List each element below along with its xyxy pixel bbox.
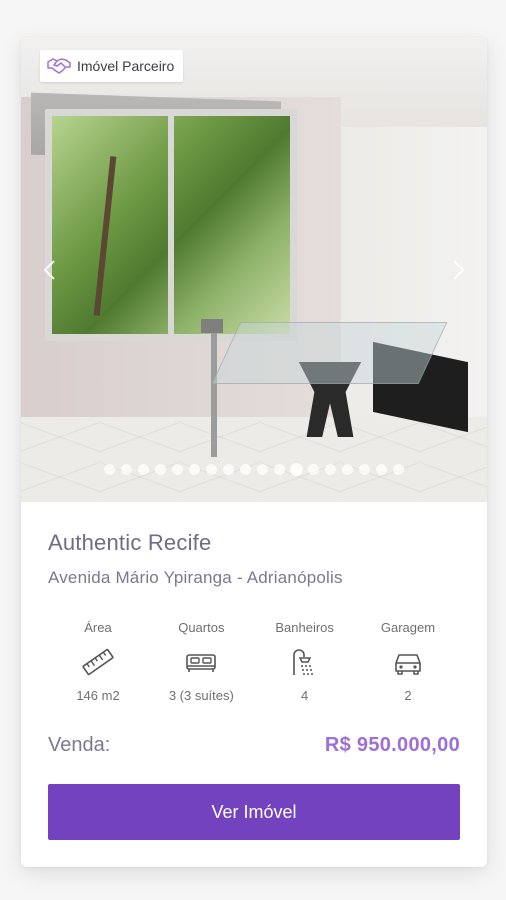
listing-title: Authentic Recife (48, 530, 212, 555)
carousel-dot[interactable] (121, 464, 132, 475)
feature-value: 146 m2 (76, 688, 120, 703)
partner-badge-label: Imóvel Parceiro (77, 58, 175, 74)
carousel-dot[interactable] (342, 464, 353, 475)
carousel-dot[interactable] (308, 464, 319, 475)
listing-address: Avenida Mário Ypiranga - Adrianópolis (48, 568, 343, 587)
carousel-dot[interactable] (104, 464, 115, 475)
feature-label: Banheiros (275, 620, 334, 635)
feature-bedrooms: Quartos 3 (3 suítes) (151, 620, 251, 703)
feature-area: Área 146 m2 (48, 620, 148, 703)
feature-bathrooms: Banheiros 4 (255, 620, 355, 703)
next-slide-arrow-icon[interactable] (445, 257, 471, 283)
carousel-dot[interactable] (257, 464, 268, 475)
carousel-dot[interactable] (376, 464, 387, 475)
carousel-dot[interactable] (223, 464, 234, 475)
listing-photo[interactable]: Imóvel Parceiro (21, 37, 487, 502)
carousel-dot[interactable] (240, 464, 251, 475)
feature-value: 2 (404, 688, 412, 703)
feature-list: Área 146 m2 Quartos 3 (3 suítes) Banheir… (48, 620, 458, 703)
listing-details: Authentic Recife Avenida Mário Ypiranga … (21, 502, 487, 867)
carousel-dots (21, 464, 487, 475)
handshake-icon (47, 58, 71, 74)
partner-badge: Imóvel Parceiro (40, 50, 184, 82)
feature-value: 3 (3 suítes) (168, 688, 234, 703)
carousel-dot[interactable] (359, 464, 370, 475)
price: R$ 950.000,00 (324, 734, 460, 756)
carousel-dot[interactable] (172, 464, 183, 475)
carousel-dot[interactable] (274, 464, 285, 475)
carousel-dot[interactable] (291, 464, 302, 475)
carousel-dot[interactable] (189, 464, 200, 475)
feature-value: 4 (301, 688, 309, 703)
sale-label: Venda: (48, 734, 111, 756)
carousel-dot[interactable] (393, 464, 404, 475)
glass-table (211, 322, 448, 384)
feature-label: Quartos (178, 620, 225, 635)
shower-icon (292, 649, 313, 675)
ruler-icon (82, 648, 114, 676)
carousel-dot[interactable] (206, 464, 217, 475)
bed-icon (186, 654, 217, 672)
car-icon (395, 654, 421, 675)
room-window (45, 109, 297, 341)
carousel-dot[interactable] (155, 464, 166, 475)
carousel-dot[interactable] (325, 464, 336, 475)
feature-garage: Garagem 2 (358, 620, 458, 703)
view-property-button[interactable]: Ver Imóvel (48, 784, 460, 840)
listing-card: Imóvel Parceiro Authentic Recife Avenida… (21, 37, 487, 867)
feature-label: Área (84, 620, 112, 635)
prev-slide-arrow-icon[interactable] (37, 257, 63, 283)
feature-label: Garagem (380, 620, 436, 635)
carousel-dot[interactable] (138, 464, 149, 475)
